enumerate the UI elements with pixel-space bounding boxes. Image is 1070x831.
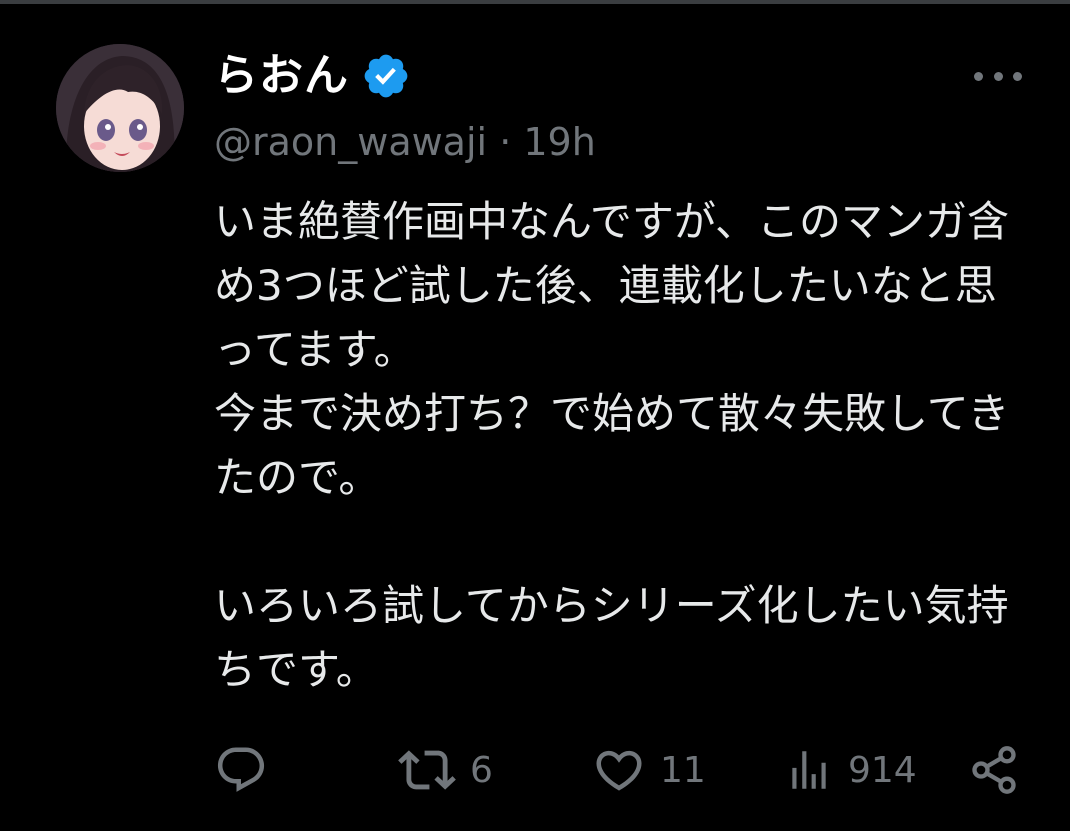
handle[interactable]: @raon_wawaji xyxy=(214,120,487,164)
timestamp[interactable]: 19h xyxy=(523,120,595,164)
share-button[interactable] xyxy=(968,740,1020,800)
reply-button[interactable] xyxy=(214,740,282,800)
more-options-icon[interactable] xyxy=(974,58,1022,94)
like-count: 11 xyxy=(660,749,706,791)
meta-separator: · xyxy=(499,120,512,164)
views-count: 914 xyxy=(848,749,917,791)
display-name[interactable]: らおん xyxy=(214,48,349,104)
repost-icon xyxy=(398,750,456,790)
views-button[interactable]: 914 xyxy=(784,740,917,800)
tweet-header: らおん xyxy=(214,48,411,104)
tweet-text: いま絶賛作画中なんですが、このマンガ含め3つほど試した後、連載化したいなと思って… xyxy=(214,190,1034,702)
analytics-icon xyxy=(792,751,826,789)
top-divider xyxy=(0,0,1070,4)
like-button[interactable]: 11 xyxy=(592,740,706,800)
avatar[interactable] xyxy=(56,44,184,172)
verified-badge-icon xyxy=(364,54,408,98)
tweet-paragraph-spacer xyxy=(214,510,1034,574)
more-dot xyxy=(974,71,983,81)
more-dot xyxy=(1013,71,1022,81)
repost-button[interactable]: 6 xyxy=(398,740,493,800)
action-bar: 6 11 914 xyxy=(214,740,1024,800)
more-dot xyxy=(993,71,1003,81)
repost-count: 6 xyxy=(470,749,493,791)
heart-icon xyxy=(596,750,642,791)
share-icon xyxy=(972,746,1016,794)
tweet-paragraph: いろいろ試してからシリーズ化したい気持ちです。 xyxy=(214,581,1009,694)
tweet-meta: @raon_wawaji · 19h xyxy=(214,118,596,166)
tweet-paragraph: いま絶賛作画中なんですが、このマンガ含め3つほど試した後、連載化したいなと思って… xyxy=(214,197,1010,502)
avatar-image xyxy=(56,44,184,172)
reply-icon xyxy=(217,747,265,792)
